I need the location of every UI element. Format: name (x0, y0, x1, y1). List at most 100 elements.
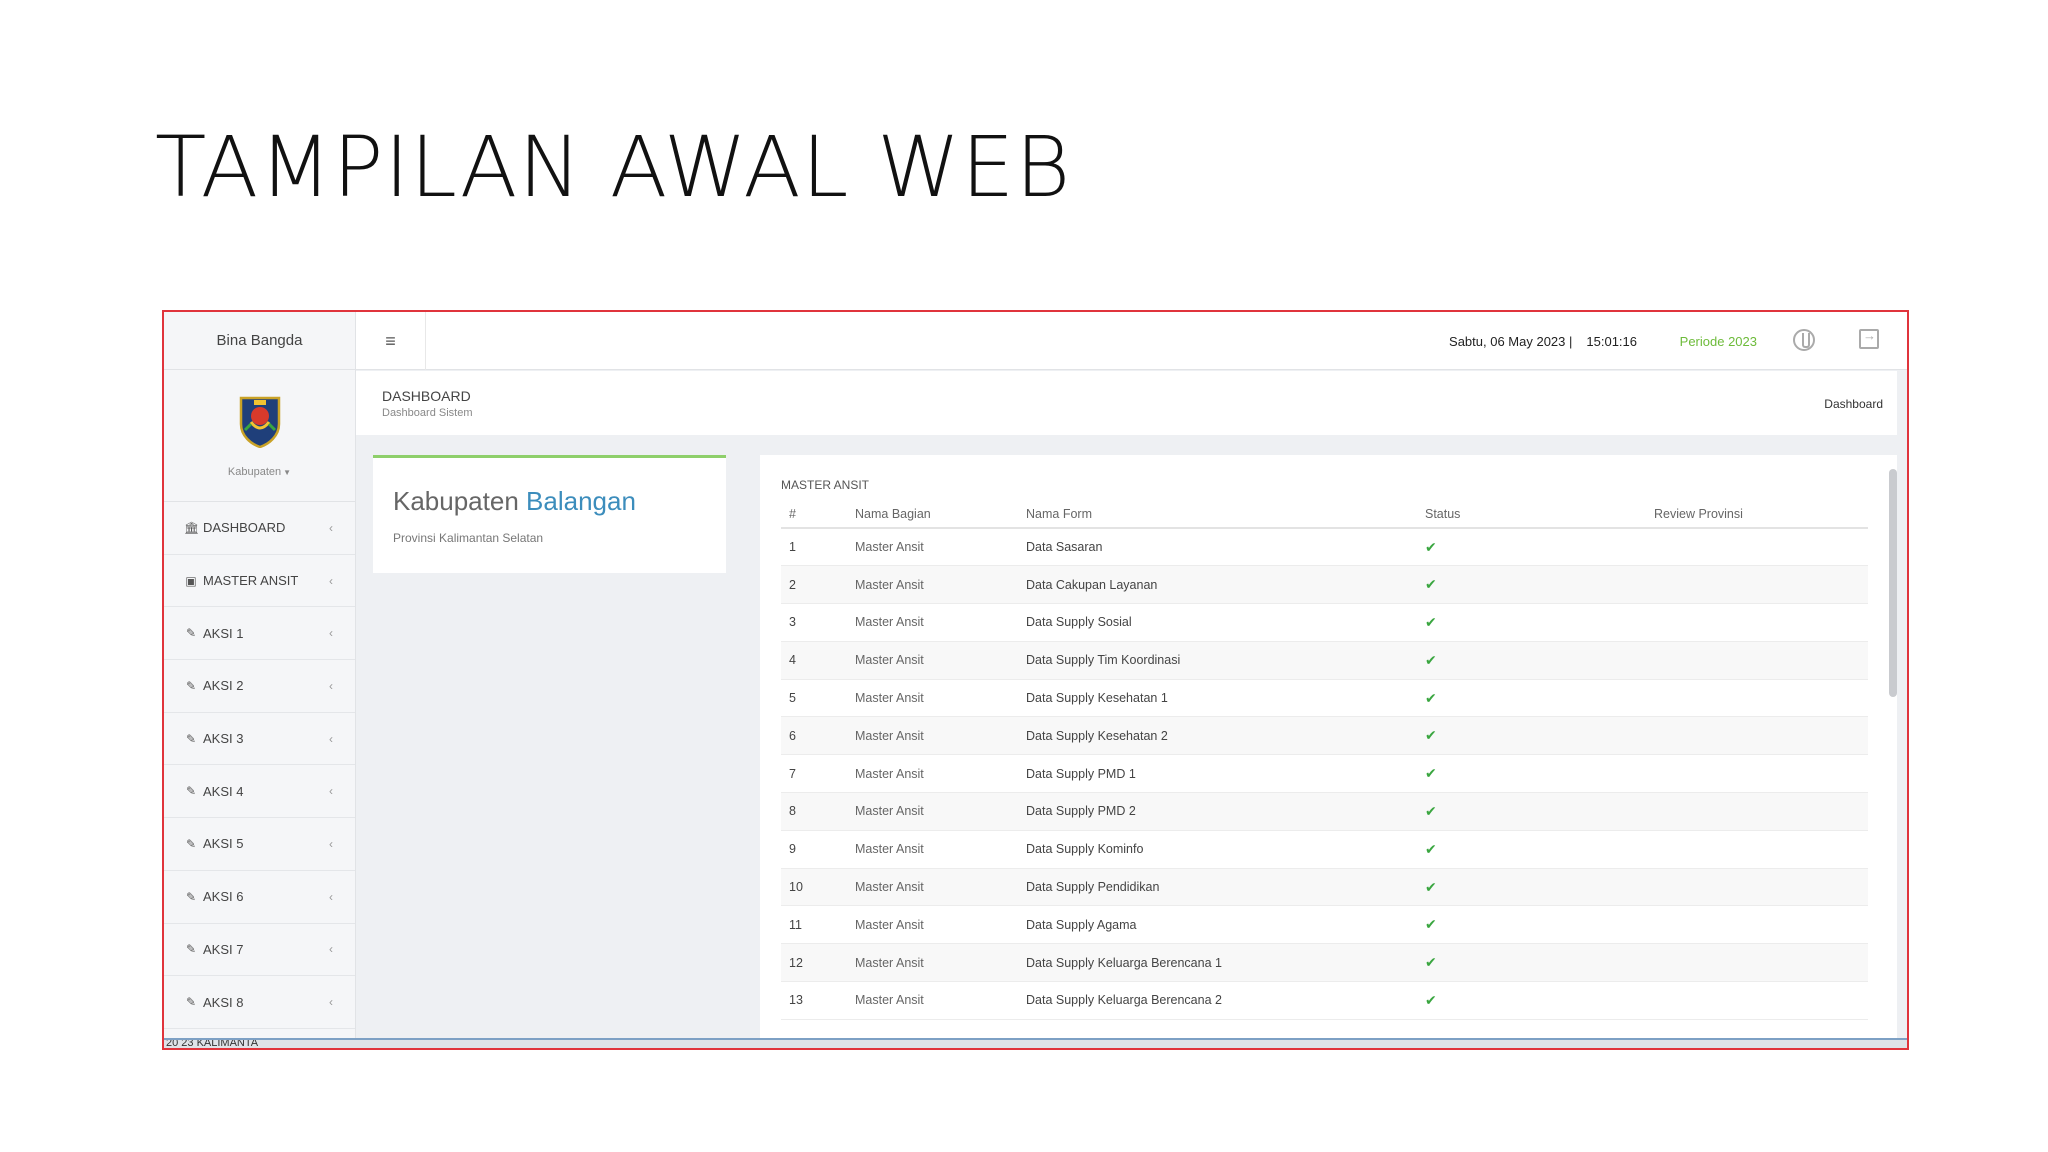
cell-review-provinsi (1646, 943, 1868, 983)
cell-nama-bagian: Master Ansit (847, 905, 1018, 945)
breadcrumb[interactable]: Dashboard (1824, 397, 1883, 411)
table-row[interactable]: 6 Master Ansit Data Supply Kesehatan 2 ✔ (781, 716, 1868, 756)
page-title: DASHBOARD (382, 388, 471, 404)
sidebar-item-aksi-7[interactable]: ✎ AKSI 7 ‹ (164, 924, 355, 977)
cell-nama-form: Data Supply Kominfo (1018, 830, 1417, 869)
cell-review-provinsi (1646, 981, 1868, 1020)
table-body: 1 Master Ansit Data Sasaran ✔ 2 Master Ansit D… (781, 528, 1868, 1020)
datetime-display: Sabtu, 06 May 2023 | 15:01:16 (1449, 334, 1637, 349)
table-row[interactable]: 9 Master Ansit Data Supply Kominfo ✔ (781, 830, 1868, 869)
cell-num: 6 (781, 716, 847, 756)
cell-num: 4 (781, 641, 847, 680)
chevron-left-icon: ‹ (329, 784, 333, 799)
cell-num: 5 (781, 679, 847, 718)
sidebar-item-aksi-2[interactable]: ✎ AKSI 2 ‹ (164, 660, 355, 713)
web-screenshot: Bina Bangda Kabupaten ▼ 🏛 DASHBOARD ‹ ▣ MAST… (162, 310, 1909, 1050)
cell-nama-bagian: Master Ansit (847, 603, 1018, 642)
periode-label[interactable]: Periode 2023 (1680, 334, 1757, 349)
pencil-icon: ✎ (185, 836, 197, 851)
cell-num: 11 (781, 905, 847, 945)
cell-nama-form: Data Supply Keluarga Berencana 2 (1018, 981, 1417, 1020)
bottom-strip: 20 23 KALIMANTA (164, 1038, 1907, 1048)
chevron-left-icon: ‹ (329, 573, 333, 588)
cell-nama-bagian: Master Ansit (847, 716, 1018, 756)
chevron-left-icon: ‹ (329, 678, 333, 693)
table-row[interactable]: 11 Master Ansit Data Supply Agama ✔ (781, 905, 1868, 945)
table-row[interactable]: 7 Master Ansit Data Supply PMD 1 ✔ (781, 754, 1868, 794)
current-time: 15:01:16 (1586, 334, 1637, 349)
sidebar: Bina Bangda Kabupaten ▼ 🏛 DASHBOARD ‹ ▣ MAST… (164, 312, 356, 1048)
master-ansit-table: # Nama Bagian Nama Form Status Review Pr… (781, 500, 1868, 1020)
status-check-icon: ✔ (1417, 565, 1646, 605)
header-nama-form: Nama Form (1018, 500, 1417, 529)
regency-card: Kabupaten Balangan Provinsi Kalimantan S… (373, 455, 726, 573)
profile-dropdown[interactable]: Kabupaten ▼ (228, 466, 291, 478)
cell-num: 8 (781, 792, 847, 831)
table-row[interactable]: 10 Master Ansit Data Supply Pendidikan ✔ (781, 868, 1868, 907)
table-row[interactable]: 1 Master Ansit Data Sasaran ✔ (781, 528, 1868, 567)
table-row[interactable]: 8 Master Ansit Data Supply PMD 2 ✔ (781, 792, 1868, 831)
sidebar-item-label: AKSI 6 (203, 889, 244, 905)
logout-icon[interactable] (1859, 328, 1879, 349)
pencil-icon: ✎ (185, 942, 197, 957)
sidebar-item-label: DASHBOARD (203, 520, 286, 536)
regency-name: Balangan (526, 486, 636, 516)
status-check-icon: ✔ (1417, 905, 1646, 945)
cell-num: 2 (781, 565, 847, 605)
cell-review-provinsi (1646, 528, 1868, 567)
sidebar-item-master-ansit[interactable]: ▣ MASTER ANSIT ‹ (164, 555, 355, 608)
sidebar-item-aksi-1[interactable]: ✎ AKSI 1 ‹ (164, 607, 355, 661)
user-icon[interactable] (1793, 329, 1815, 351)
status-check-icon: ✔ (1417, 679, 1646, 718)
cell-review-provinsi (1646, 641, 1868, 680)
table-row[interactable]: 5 Master Ansit Data Supply Kesehatan 1 ✔ (781, 679, 1868, 718)
cell-nama-bagian: Master Ansit (847, 943, 1018, 983)
cell-nama-bagian: Master Ansit (847, 830, 1018, 869)
cell-num: 13 (781, 981, 847, 1020)
cell-review-provinsi (1646, 603, 1868, 642)
status-check-icon: ✔ (1417, 830, 1646, 869)
chevron-left-icon: ‹ (329, 889, 333, 904)
table-row[interactable]: 4 Master Ansit Data Supply Tim Koordinasi ✔ (781, 641, 1868, 680)
chevron-left-icon: ‹ (329, 731, 333, 746)
pencil-icon: ✎ (185, 889, 197, 904)
sidebar-item-label: AKSI 8 (203, 994, 244, 1010)
cell-nama-bagian: Master Ansit (847, 641, 1018, 680)
cell-review-provinsi (1646, 565, 1868, 605)
chevron-left-icon: ‹ (329, 626, 333, 641)
master-ansit-panel: MASTER ANSIT # Nama Bagian Nama Form Sta… (760, 455, 1897, 1048)
vertical-scrollbar[interactable] (1889, 469, 1897, 697)
sidebar-item-dashboard[interactable]: 🏛 DASHBOARD ‹ (164, 502, 355, 555)
sidebar-item-aksi-5[interactable]: ✎ AKSI 5 ‹ (164, 818, 355, 871)
cell-nama-form: Data Supply Agama (1018, 905, 1417, 945)
cell-num: 7 (781, 754, 847, 794)
sidebar-item-label: AKSI 4 (203, 783, 244, 799)
profile-label: Kabupaten (227, 465, 282, 478)
brand-name[interactable]: Bina Bangda (164, 312, 355, 370)
cell-nama-form: Data Supply Tim Koordinasi (1018, 641, 1417, 680)
table-row[interactable]: 12 Master Ansit Data Supply Keluarga Beren… (781, 943, 1868, 983)
sidebar-item-aksi-6[interactable]: ✎ AKSI 6 ‹ (164, 871, 355, 924)
cell-nama-bagian: Master Ansit (847, 754, 1018, 794)
table-row[interactable]: 3 Master Ansit Data Supply Sosial ✔ (781, 603, 1868, 642)
status-check-icon: ✔ (1417, 716, 1646, 756)
sidebar-item-aksi-3[interactable]: ✎ AKSI 3 ‹ (164, 713, 355, 766)
province-name: Provinsi Kalimantan Selatan (393, 531, 544, 545)
sidebar-item-aksi-8[interactable]: ✎ AKSI 8 ‹ (164, 976, 355, 1029)
sidebar-item-aksi-4[interactable]: ✎ AKSI 4 ‹ (164, 765, 355, 819)
cell-nama-bagian: Master Ansit (847, 679, 1018, 718)
sidebar-item-label: MASTER ANSIT (203, 573, 299, 589)
chevron-left-icon: ‹ (329, 995, 333, 1010)
bank-icon: 🏛 (184, 520, 200, 535)
cell-review-provinsi (1646, 754, 1868, 794)
cell-nama-bagian: Master Ansit (847, 868, 1018, 907)
table-row[interactable]: 13 Master Ansit Data Supply Keluarga Beren… (781, 981, 1868, 1020)
status-check-icon: ✔ (1417, 792, 1646, 831)
cell-review-provinsi (1646, 830, 1868, 869)
cell-nama-bagian: Master Ansit (847, 981, 1018, 1020)
menu-toggle-icon[interactable]: ≡ (356, 312, 426, 370)
cell-num: 10 (781, 868, 847, 907)
cell-review-provinsi (1646, 716, 1868, 756)
table-row[interactable]: 2 Master Ansit Data Cakupan Layanan ✔ (781, 565, 1868, 605)
status-check-icon: ✔ (1417, 641, 1646, 680)
